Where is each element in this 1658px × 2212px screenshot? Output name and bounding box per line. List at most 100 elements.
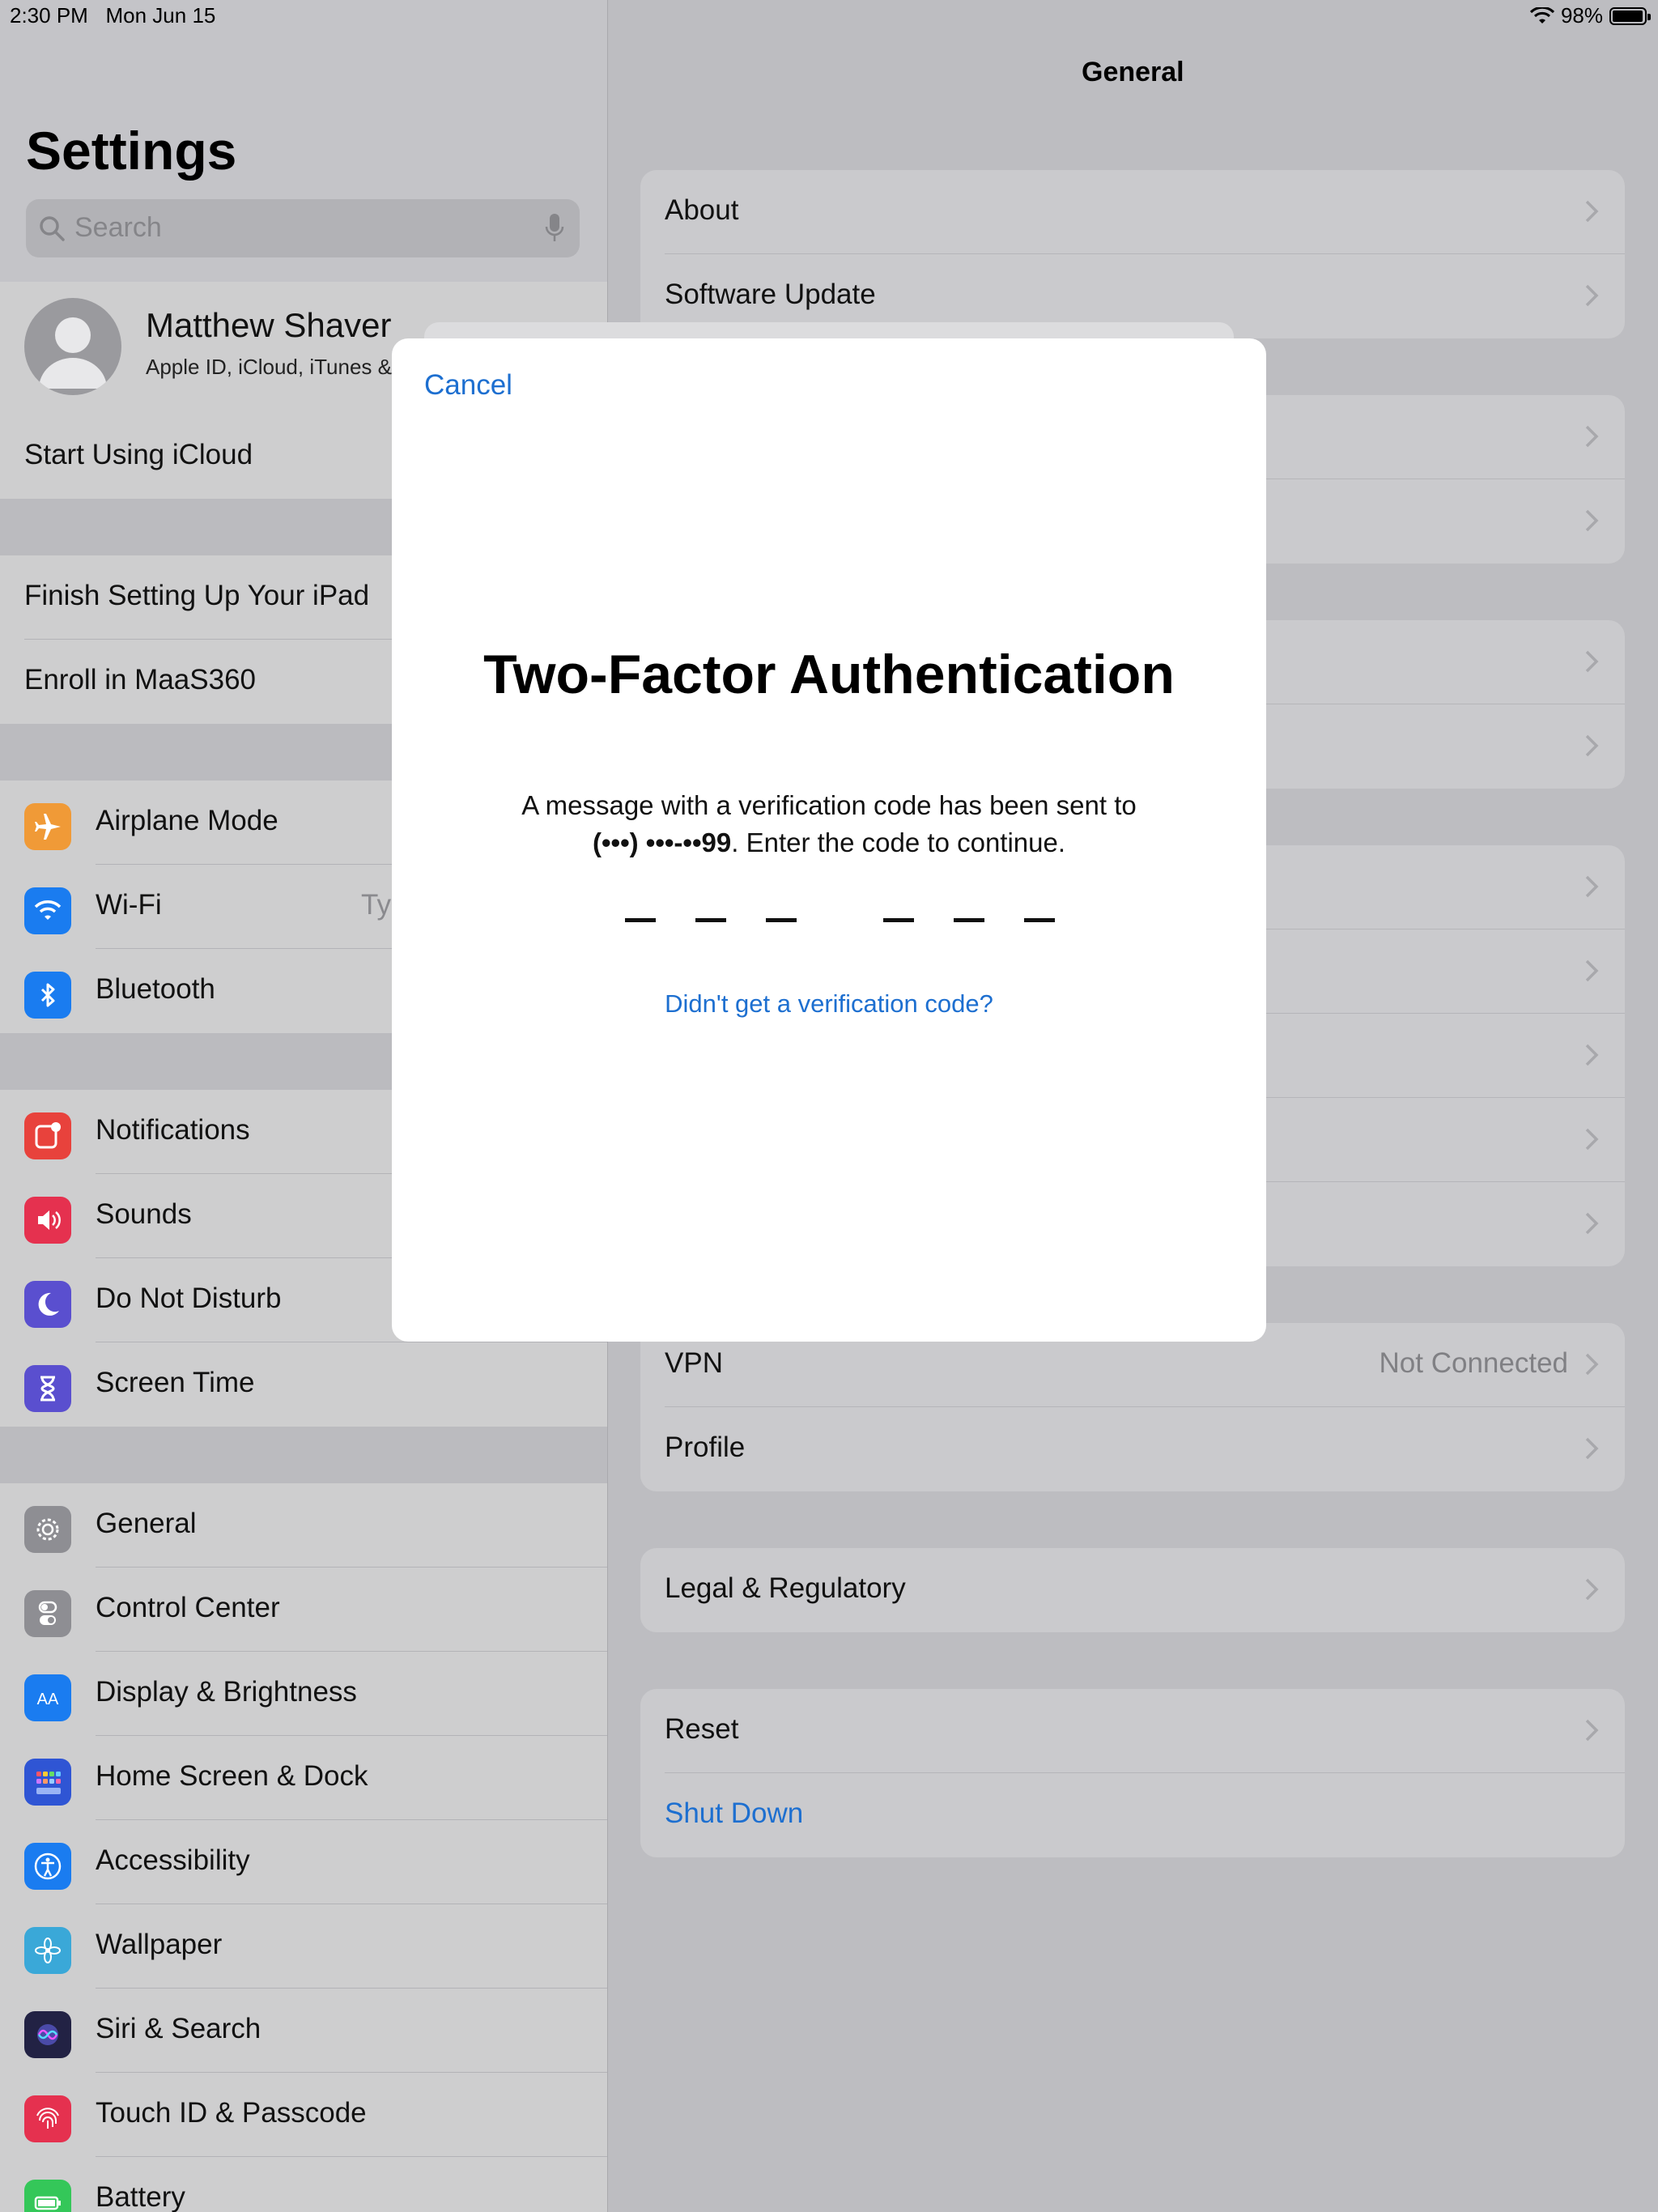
gear-icon [24, 1506, 71, 1553]
code-digit-slot[interactable] [1024, 918, 1055, 922]
display-icon: AA [24, 1674, 71, 1721]
reset-row[interactable]: Reset [640, 1689, 1625, 1773]
row-label: Software Update [665, 279, 876, 310]
notifications-icon [24, 1112, 71, 1159]
row-label: Profile [665, 1431, 746, 1463]
chevron-right-icon [1585, 1212, 1599, 1235]
shut-down-button[interactable]: Shut Down [640, 1773, 1625, 1857]
moon-icon [24, 1281, 71, 1328]
wifi-icon [1529, 6, 1554, 23]
sidebar-item-battery[interactable]: Battery [0, 2157, 607, 2212]
start-icloud-label: Start Using iCloud [24, 439, 253, 470]
search-input[interactable]: Search [26, 199, 580, 257]
avatar [24, 298, 121, 395]
toggles-icon [24, 1590, 71, 1637]
wifi-icon [24, 887, 71, 934]
row-label: VPN [665, 1347, 723, 1379]
svg-text:AA: AA [37, 1691, 59, 1708]
sidebar-item-home-screen-dock[interactable]: Home Screen & Dock [0, 1736, 607, 1820]
sidebar-item-label: Notifications [96, 1114, 250, 1146]
sidebar-item-touch-id-passcode[interactable]: Touch ID & Passcode [0, 2073, 607, 2157]
sidebar-item-label: Bluetooth [96, 973, 215, 1005]
battery-level [1613, 10, 1643, 22]
hourglass-icon [24, 1365, 71, 1412]
chevron-right-icon [1585, 959, 1599, 982]
legal-group: Legal & Regulatory [640, 1548, 1625, 1632]
chevron-right-icon [1585, 200, 1599, 223]
status-indicators: 98% [1529, 3, 1651, 28]
sidebar-item-label: Touch ID & Passcode [96, 2097, 367, 2129]
verification-code-input[interactable] [625, 918, 1111, 926]
sidebar-item-label: Siri & Search [96, 2013, 261, 2044]
sidebar-item-screen-time[interactable]: Screen Time [0, 1342, 607, 1427]
sidebar-item-label: Do Not Disturb [96, 1283, 282, 1314]
sidebar-item-label: Wi-Fi [96, 889, 162, 921]
status-time: 2:30 PM Mon Jun 15 [10, 3, 216, 28]
chevron-right-icon [1585, 1353, 1599, 1376]
vpn-status-value: Not Connected [1379, 1347, 1568, 1379]
sidebar-item-label: Wallpaper [96, 1929, 223, 1960]
about-row[interactable]: About [640, 170, 1625, 254]
chevron-right-icon [1585, 734, 1599, 757]
chevron-right-icon [1585, 650, 1599, 673]
two-factor-dialog: Cancel Two-Factor Authentication A messa… [392, 338, 1266, 1342]
battery-icon [1609, 6, 1651, 25]
status-bar: 2:30 PM Mon Jun 15 98% [0, 0, 1658, 32]
sidebar-item-control-center[interactable]: Control Center [0, 1568, 607, 1652]
sidebar-item-display-brightness[interactable]: AA Display & Brightness [0, 1652, 607, 1736]
chevron-right-icon [1585, 509, 1599, 532]
message-line-1: A message with a verification code has b… [521, 790, 1137, 820]
sidebar-item-siri-search[interactable]: Siri & Search [0, 1989, 607, 2073]
masked-phone-number: (•••) •••-••99 [592, 827, 732, 857]
profile-row[interactable]: Profile [640, 1407, 1625, 1491]
code-digit-slot[interactable] [766, 918, 797, 922]
dialog-title: Two-Factor Authentication [483, 644, 1175, 705]
siri-icon [24, 2011, 71, 2058]
shut-down-label: Shut Down [665, 1797, 804, 1829]
resend-code-link[interactable]: Didn't get a verification code? [392, 989, 1266, 1019]
grid-icon [24, 1759, 71, 1806]
battery-percent: 98% [1560, 3, 1603, 28]
section-spacer [0, 1427, 607, 1483]
page-title: General [1082, 57, 1184, 87]
chevron-right-icon [1585, 875, 1599, 898]
legal-regulatory-row[interactable]: Legal & Regulatory [640, 1548, 1625, 1632]
about-group: About Software Update [640, 170, 1625, 338]
microphone-icon[interactable] [544, 212, 565, 245]
sounds-icon [24, 1197, 71, 1244]
flower-icon [24, 1927, 71, 1974]
profile-subtitle: Apple ID, iCloud, iTunes & [146, 355, 392, 379]
code-digit-slot[interactable] [954, 918, 984, 922]
cancel-button[interactable]: Cancel [424, 369, 512, 402]
fingerprint-icon [24, 2095, 71, 2142]
search-placeholder: Search [74, 212, 162, 243]
message-line-2: . Enter the code to continue. [731, 827, 1066, 857]
row-label: Reset [665, 1713, 739, 1745]
bluetooth-icon [24, 972, 71, 1019]
chevron-right-icon [1585, 284, 1599, 307]
reset-group: Reset Shut Down [640, 1689, 1625, 1857]
sidebar-item-label: Control Center [96, 1592, 280, 1623]
sidebar-item-label: Home Screen & Dock [96, 1760, 368, 1792]
airplane-icon [24, 803, 71, 850]
code-digit-slot[interactable] [625, 918, 656, 922]
code-digit-slot[interactable] [695, 918, 726, 922]
battery-icon [24, 2180, 71, 2212]
sidebar-item-general[interactable]: General [0, 1483, 607, 1568]
person-icon [39, 317, 107, 389]
sidebar-item-label: General [96, 1508, 197, 1539]
sidebar-title: Settings [26, 121, 237, 181]
sidebar-item-label: Display & Brightness [96, 1676, 357, 1708]
chevron-right-icon [1585, 1578, 1599, 1601]
sidebar-item-label: Sounds [96, 1198, 192, 1230]
sidebar-item-wallpaper[interactable]: Wallpaper [0, 1904, 607, 1989]
finish-setup-label: Finish Setting Up Your iPad [24, 580, 370, 611]
sidebar-item-label: Accessibility [96, 1844, 250, 1876]
code-digit-slot[interactable] [883, 918, 914, 922]
chevron-right-icon [1585, 1437, 1599, 1460]
chevron-right-icon [1585, 1128, 1599, 1151]
sidebar-item-accessibility[interactable]: Accessibility [0, 1820, 607, 1904]
chevron-right-icon [1585, 1719, 1599, 1742]
sidebar-item-label: Screen Time [96, 1367, 255, 1398]
accessibility-icon [24, 1843, 71, 1890]
